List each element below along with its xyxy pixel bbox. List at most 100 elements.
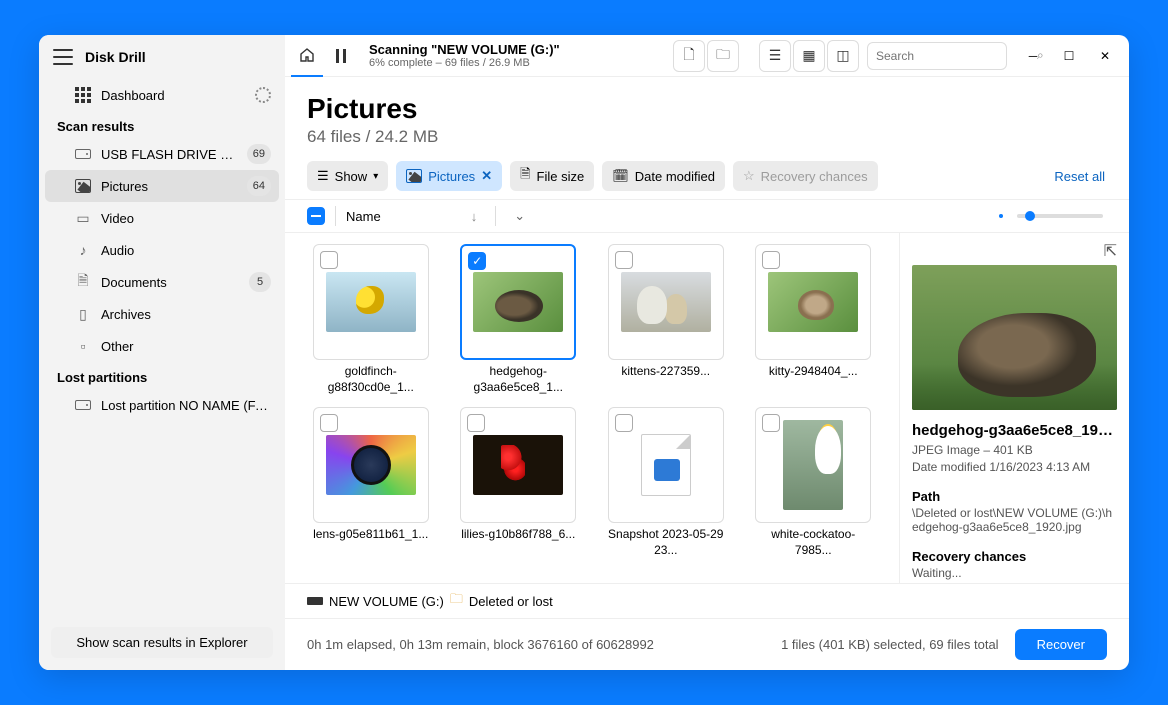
app-title: Disk Drill [85,49,146,65]
recover-button[interactable]: Recover [1015,629,1107,660]
chip-label: Recovery chances [761,169,868,184]
file-card[interactable]: lens-g05e811b61_1... [306,407,436,558]
preview-chances: Waiting... [912,566,1117,580]
window-controls: ─ ☐ ✕ [1015,40,1123,72]
file-card[interactable]: hedgehog-g3aa6e5ce8_1... [454,244,584,395]
preview-path: \Deleted or lost\NEW VOLUME (G:)\hedgeho… [912,506,1117,534]
drive-icon [307,597,323,605]
sidebar-label: Pictures [101,179,237,194]
chevron-down-icon[interactable]: ⌄ [514,208,525,224]
bottom-bar: 0h 1m elapsed, 0h 13m remain, block 3676… [285,618,1129,670]
file-name: white-cockatoo-7985... [753,527,873,558]
search-input[interactable] [876,49,1031,63]
sidebar-item-lost-partition[interactable]: Lost partition NO NAME (FAT...) [39,389,285,421]
dashboard-icon [75,87,91,103]
file-card[interactable]: goldfinch-g88f30cd0e_1... [306,244,436,395]
zoom-min-icon [999,214,1003,218]
close-button[interactable]: ✕ [1087,40,1123,72]
drive-icon [75,149,91,159]
folder-icon: 🗀 [716,44,730,68]
filter-recovery-chip[interactable]: ☆ Recovery chances [733,161,878,191]
file-card[interactable]: kittens-227359... [601,244,731,395]
filter-date-chip[interactable]: 🗓 Date modified [602,161,725,191]
filter-file-size-chip[interactable]: 🗎 File size [510,161,594,191]
sidebar-item-audio[interactable]: ♪ Audio [39,234,285,266]
sort-arrow-icon[interactable]: ↓ [471,209,478,224]
preview-type-size: JPEG Image – 401 KB [912,443,1117,457]
breadcrumb-folder[interactable]: Deleted or lost [469,594,553,609]
pause-button[interactable] [325,40,357,72]
sidebar-header: Disk Drill [39,35,285,79]
file-checkbox[interactable] [320,251,338,269]
file-card[interactable]: Snapshot 2023-05-29 23... [601,407,731,558]
sidebar-label: Lost partition NO NAME (FAT...) [101,398,271,413]
zoom-slider[interactable] [1017,214,1103,218]
view-grid-button[interactable]: ▦ [793,40,825,72]
thumbnail [326,435,416,495]
home-button[interactable] [291,35,323,77]
view-list-button[interactable]: ☰ [759,40,791,72]
view-panel-button[interactable]: ◫ [827,40,859,72]
thumbnail [641,434,691,496]
breadcrumb-drive[interactable]: NEW VOLUME (G:) [329,594,444,609]
preview-image [912,265,1117,410]
file-card[interactable]: white-cockatoo-7985... [749,407,879,558]
folder-button[interactable]: 🗀 [707,40,739,72]
column-header: Name ↓ ⌄ [285,199,1129,233]
body-row: goldfinch-g88f30cd0e_1... hedgehog-g3aa6… [285,233,1129,583]
search-box[interactable]: ⌕ [867,42,1007,70]
file-checkbox[interactable] [762,251,780,269]
file-card[interactable]: kitty-2948404_... [749,244,879,395]
file-checkbox[interactable] [468,252,486,270]
pictures-icon [406,169,422,183]
breadcrumb: NEW VOLUME (G:) 🗀 Deleted or lost [285,583,1129,618]
show-dropdown[interactable]: ☰ Show ▾ [307,161,388,191]
menu-icon[interactable] [53,47,73,67]
new-file-button[interactable]: 🗋 [673,40,705,72]
file-checkbox[interactable] [615,251,633,269]
reset-all-link[interactable]: Reset all [1054,169,1107,184]
sidebar: Disk Drill Dashboard Scan results USB FL… [39,35,285,670]
page-subtitle: 64 files / 24.2 MB [307,127,1107,147]
file-checkbox[interactable] [320,414,338,432]
status-elapsed: 0h 1m elapsed, 0h 13m remain, block 3676… [307,637,654,652]
sidebar-item-video[interactable]: ▭ Video [39,202,285,234]
sidebar-label: Archives [101,307,271,322]
file-name: kittens-227359... [621,364,710,380]
app-window: Disk Drill Dashboard Scan results USB FL… [39,35,1129,670]
drive-icon [75,400,91,410]
archives-icon: ▯ [75,306,91,322]
count-badge: 5 [249,272,271,292]
open-external-icon[interactable]: ⇱ [1104,241,1117,261]
filter-pictures-chip[interactable]: Pictures ✕ [396,161,502,191]
column-name[interactable]: Name [346,209,381,224]
file-checkbox[interactable] [615,414,633,432]
file-checkbox[interactable] [467,414,485,432]
preview-chances-heading: Recovery chances [912,549,1117,564]
show-in-explorer-button[interactable]: Show scan results in Explorer [51,627,273,658]
content-header: Pictures 64 files / 24.2 MB [285,77,1129,153]
sidebar-item-dashboard[interactable]: Dashboard [39,79,285,111]
sidebar-item-pictures[interactable]: Pictures 64 [45,170,279,202]
minimize-button[interactable]: ─ [1015,40,1051,72]
star-icon: ☆ [743,168,755,184]
list-icon: ☰ [769,47,782,64]
file-card[interactable]: lilies-g10b86f788_6... [454,407,584,558]
sidebar-item-usb-drive[interactable]: USB FLASH DRIVE USB D... 69 [39,138,285,170]
select-all-checkbox[interactable] [307,207,325,225]
sidebar-item-other[interactable]: ▫ Other [39,330,285,362]
sidebar-label: Documents [101,275,239,290]
remove-filter-icon[interactable]: ✕ [481,168,492,184]
sidebar-item-archives[interactable]: ▯ Archives [39,298,285,330]
file-grid-area: goldfinch-g88f30cd0e_1... hedgehog-g3aa6… [285,233,899,583]
page-title: Pictures [307,93,1107,125]
sidebar-item-documents[interactable]: 🗎 Documents 5 [39,266,285,298]
file-icon: 🗎 [520,165,530,187]
file-checkbox[interactable] [762,414,780,432]
maximize-button[interactable]: ☐ [1051,40,1087,72]
thumbnail [473,435,563,495]
pictures-icon [75,179,91,193]
preview-panel: ⇱ hedgehog-g3aa6e5ce8_192... JPEG Image … [899,233,1129,583]
chip-label: File size [537,169,585,184]
thumbnail [473,272,563,332]
